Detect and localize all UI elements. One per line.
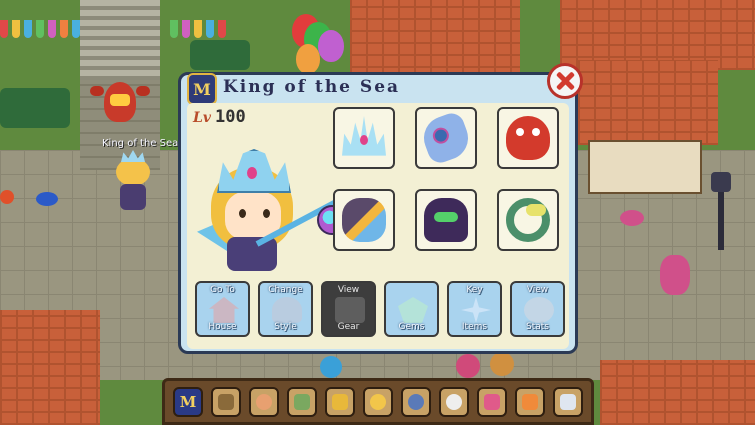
pink-coral xyxy=(660,255,690,295)
sun-icon xyxy=(370,393,386,410)
key-item-icon xyxy=(461,297,491,323)
go-to-house-label-bottom: House xyxy=(208,322,237,332)
key-items-button[interactable]: Key Items xyxy=(447,281,502,337)
view-gear-button[interactable]: View Gear xyxy=(321,281,376,337)
view-stats-label-top: View xyxy=(526,285,549,295)
gear-slot-boots[interactable] xyxy=(415,189,477,251)
go-to-house-button[interactable]: Go To House xyxy=(195,281,250,337)
events-button[interactable] xyxy=(515,386,545,417)
jade-ring-icon xyxy=(506,198,550,242)
close-x-icon xyxy=(556,72,574,90)
friends-button[interactable] xyxy=(477,386,507,417)
fish-wand-icon xyxy=(342,198,386,242)
character-avatar xyxy=(197,141,347,276)
roof-bottom-left xyxy=(0,310,100,425)
member-button[interactable]: M xyxy=(173,386,203,417)
pink-balloon-bottom xyxy=(456,354,480,378)
trophy-button[interactable] xyxy=(325,386,355,417)
roof-shop xyxy=(578,60,718,145)
view-stats-label-bottom: Stats xyxy=(526,322,549,332)
mail-button[interactable] xyxy=(553,386,583,417)
gear-slot-crown[interactable] xyxy=(333,107,395,169)
hedge-left xyxy=(0,88,70,128)
map-icon xyxy=(294,393,310,410)
key-items-label-bottom: Items xyxy=(461,322,488,332)
player-character[interactable] xyxy=(108,150,158,212)
red-monster-npc[interactable] xyxy=(90,72,150,132)
pets-button[interactable] xyxy=(249,386,279,417)
gear-slot-relic[interactable] xyxy=(497,189,559,251)
settings-icon xyxy=(408,393,424,410)
blue-slime xyxy=(36,192,58,206)
profile-dialog: M King of the Sea Lv 100 Go To House Cha… xyxy=(178,63,583,354)
purple-boots-icon xyxy=(424,198,468,242)
gem-icon xyxy=(398,297,428,323)
blue-balloon-bottom xyxy=(320,356,342,378)
roof-top xyxy=(350,0,520,80)
bottom-toolbar: M xyxy=(162,378,594,425)
member-icon: M xyxy=(179,392,197,411)
change-style-button[interactable]: Change Style xyxy=(258,281,313,337)
profile-actions: Go To House Change Style View Gear Gems … xyxy=(195,281,565,341)
orange-fruit xyxy=(0,190,14,204)
mail-icon xyxy=(560,393,576,410)
balloon-orange xyxy=(296,44,320,74)
gear-slot-pet[interactable] xyxy=(497,107,559,169)
stone-stairs xyxy=(80,0,160,80)
events-sun-button[interactable] xyxy=(363,386,393,417)
pink-flowers xyxy=(620,210,644,226)
gear-slot-weapon[interactable] xyxy=(333,189,395,251)
chat-icon xyxy=(446,393,462,410)
view-stats-button[interactable]: View Stats xyxy=(510,281,565,337)
friends-icon xyxy=(484,393,500,410)
bunting-right xyxy=(170,20,226,40)
player-nametag: King of the Sea xyxy=(102,138,179,149)
level-label: Lv xyxy=(193,110,211,126)
style-icon xyxy=(272,297,302,323)
backpack-button[interactable] xyxy=(211,386,241,417)
orange-balloon-bottom xyxy=(490,352,514,376)
go-to-house-label-top: Go To xyxy=(210,285,235,295)
hedge-mid xyxy=(190,40,250,70)
profile-panel: Lv 100 Go To House Change Style View Gea… xyxy=(187,103,569,349)
gear-grid xyxy=(333,107,563,255)
events-icon xyxy=(522,393,538,410)
change-style-label-top: Change xyxy=(268,285,303,295)
chat-button[interactable] xyxy=(439,386,469,417)
house-icon xyxy=(209,297,239,323)
map-button[interactable] xyxy=(287,386,317,417)
view-gear-label-bottom: Gear xyxy=(337,322,360,332)
gear-icon xyxy=(335,297,365,323)
gems-button[interactable]: Gems xyxy=(384,281,439,337)
level-display: Lv 100 xyxy=(193,107,246,127)
key-items-label-top: Key xyxy=(466,285,483,295)
bunting-left xyxy=(0,20,80,40)
view-gear-label-top: View xyxy=(337,285,360,295)
street-lamp xyxy=(711,172,731,250)
red-pet-icon xyxy=(506,116,550,160)
gems-label-bottom: Gems xyxy=(398,322,425,332)
paw-icon xyxy=(256,393,272,410)
gear-slot-outfit[interactable] xyxy=(415,107,477,169)
crown-gem-icon xyxy=(360,135,368,145)
backpack-icon xyxy=(218,393,234,410)
fish-outfit-icon xyxy=(417,109,475,167)
dialog-title-bar: M King of the Sea xyxy=(181,73,575,105)
settings-button[interactable] xyxy=(401,386,431,417)
membership-badge-icon: M xyxy=(187,73,217,105)
roof-bottom-right xyxy=(600,360,755,425)
level-value: 100 xyxy=(214,107,246,127)
shop-wall xyxy=(588,140,702,194)
balloon-purple xyxy=(318,30,344,62)
player-name-title: King of the Sea xyxy=(223,77,401,97)
trophy-icon xyxy=(332,393,348,410)
close-button[interactable] xyxy=(547,63,583,99)
stats-icon xyxy=(524,297,554,323)
change-style-label-bottom: Style xyxy=(274,322,297,332)
